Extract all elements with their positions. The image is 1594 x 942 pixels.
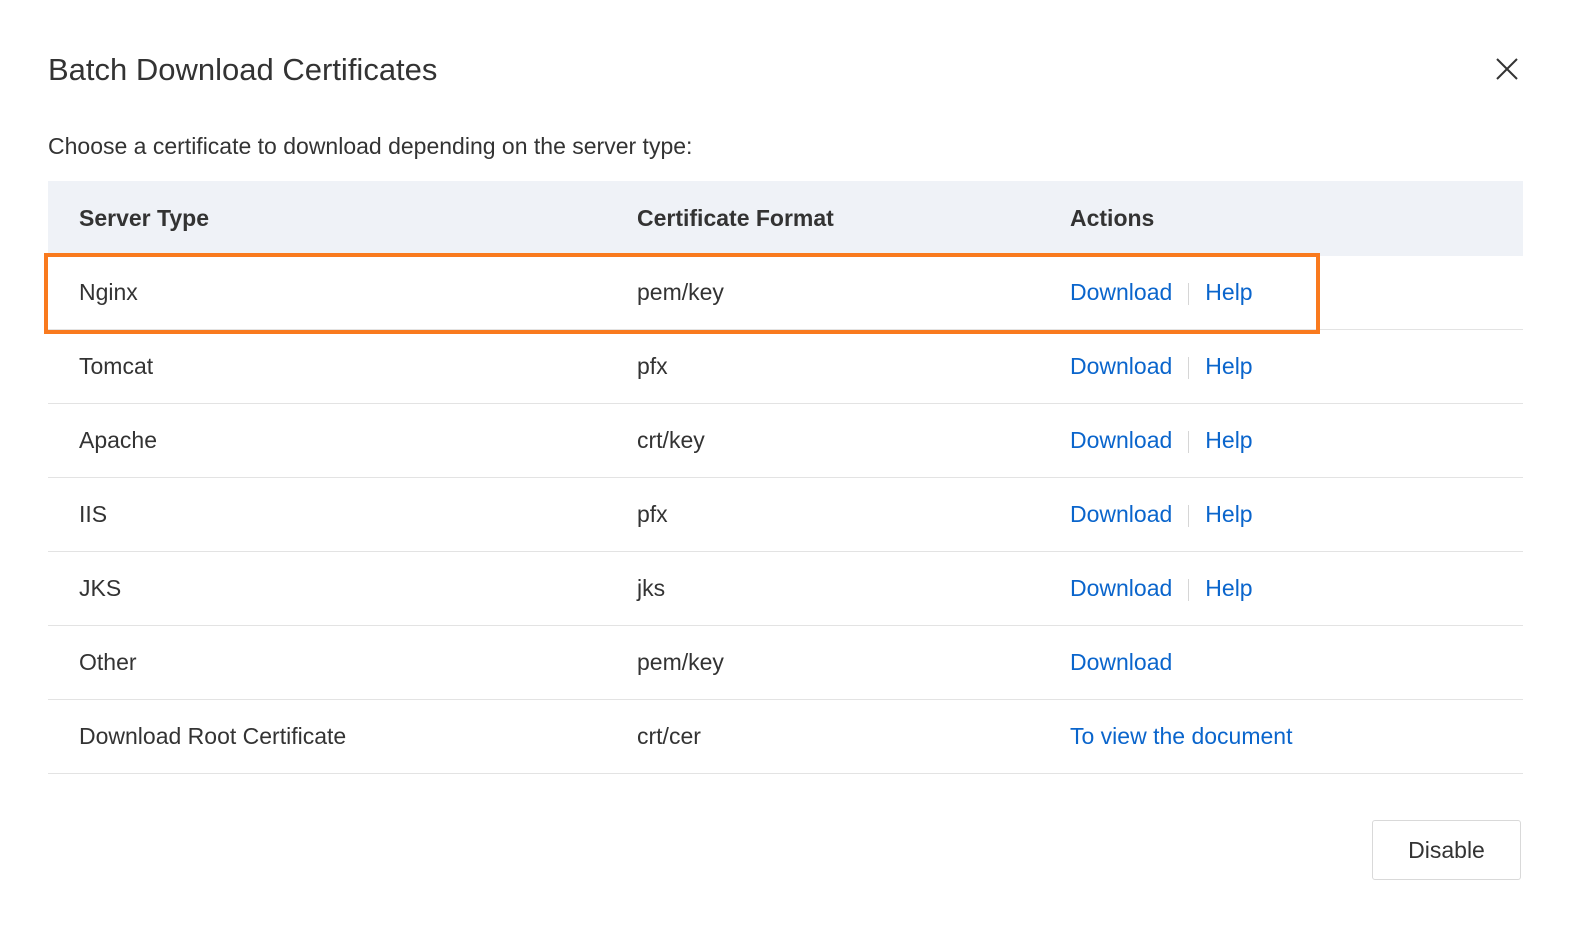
actions-cell: To view the document — [1039, 699, 1523, 774]
server-type-cell: Apache — [48, 403, 606, 478]
header-actions: Actions — [1039, 181, 1523, 256]
help-link[interactable]: Help — [1205, 427, 1252, 453]
table-row: IIS pfx Download Help — [48, 477, 1523, 552]
format-cell: crt/cer — [606, 699, 1039, 774]
actions-cell: Download — [1039, 625, 1523, 700]
download-link[interactable]: Download — [1070, 279, 1172, 305]
format-cell: pem/key — [606, 625, 1039, 700]
disable-button[interactable]: Disable — [1372, 820, 1521, 880]
table-row: Download Root Certificate crt/cer To view … — [48, 699, 1523, 774]
table-row: Tomcat pfx Download Help — [48, 329, 1523, 404]
server-type-cell: Other — [48, 625, 606, 700]
table-row: Nginx pem/key Download Help — [48, 256, 1523, 330]
download-link[interactable]: Download — [1070, 427, 1172, 453]
server-type-cell: Nginx — [48, 256, 606, 330]
format-cell: pfx — [606, 477, 1039, 552]
actions-cell: Download Help — [1039, 329, 1523, 404]
help-link[interactable]: Help — [1205, 501, 1252, 527]
server-type-cell: Download Root Certificate — [48, 699, 606, 774]
divider — [1188, 356, 1190, 379]
format-cell: jks — [606, 551, 1039, 626]
table-row: JKS jks Download Help — [48, 551, 1523, 626]
dialog-description: Choose a certificate to download dependi… — [48, 133, 693, 159]
download-link[interactable]: Download — [1070, 501, 1172, 527]
actions-cell: Download Help — [1039, 551, 1523, 626]
help-link[interactable]: Help — [1205, 575, 1252, 601]
divider — [1188, 282, 1190, 305]
header-certificate-format: Certificate Format — [606, 181, 1039, 256]
download-link[interactable]: Download — [1070, 649, 1172, 675]
divider — [1188, 578, 1190, 601]
format-cell: pfx — [606, 329, 1039, 404]
table-row: Apache crt/key Download Help — [48, 403, 1523, 478]
divider — [1188, 504, 1190, 527]
actions-cell: Download Help — [1039, 256, 1523, 330]
server-type-cell: Tomcat — [48, 329, 606, 404]
close-icon[interactable] — [1492, 54, 1522, 84]
header-server-type: Server Type — [48, 181, 606, 256]
actions-cell: Download Help — [1039, 477, 1523, 552]
help-link[interactable]: Help — [1205, 279, 1252, 305]
certificate-table: Server Type Certificate Format Actions N… — [48, 181, 1523, 774]
format-cell: crt/key — [606, 403, 1039, 478]
table-row: Other pem/key Download — [48, 625, 1523, 700]
dialog-title: Batch Download Certificates — [48, 52, 438, 87]
download-link[interactable]: Download — [1070, 575, 1172, 601]
format-cell: pem/key — [606, 256, 1039, 330]
divider — [1188, 430, 1190, 453]
server-type-cell: JKS — [48, 551, 606, 626]
view-document-link[interactable]: To view the document — [1070, 723, 1292, 749]
actions-cell: Download Help — [1039, 403, 1523, 478]
download-link[interactable]: Download — [1070, 353, 1172, 379]
help-link[interactable]: Help — [1205, 353, 1252, 379]
server-type-cell: IIS — [48, 477, 606, 552]
